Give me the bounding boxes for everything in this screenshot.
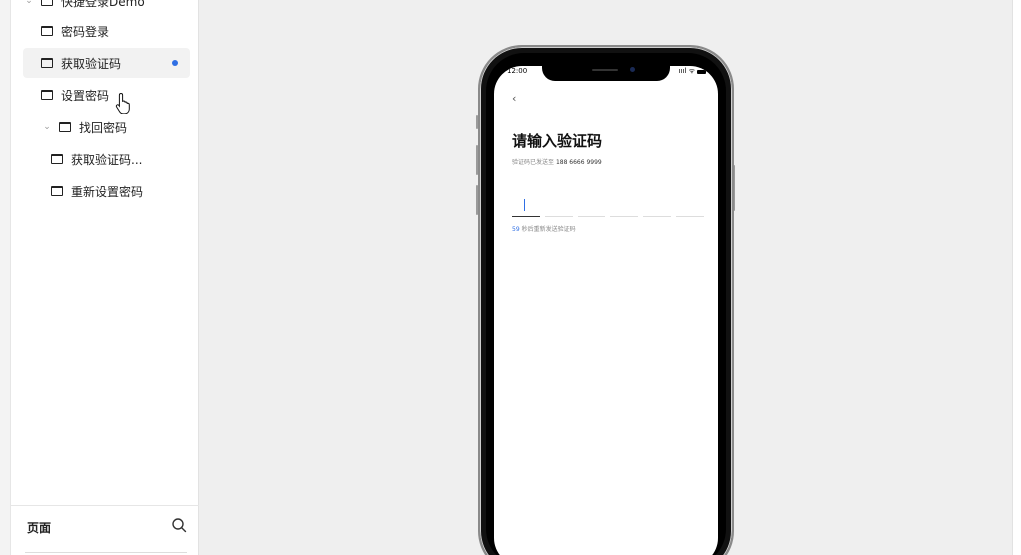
code-digit-box[interactable]: [544, 197, 573, 217]
tree-item-label: 获取验证码: [61, 56, 122, 71]
phone-number: 188 6666 9999: [555, 159, 602, 166]
page-icon: [41, 58, 53, 68]
tree-item-label: 找回密码: [79, 120, 128, 135]
tree-item-label: 重新设置密码: [71, 184, 144, 199]
page-icon: [51, 186, 63, 196]
battery-icon: [697, 69, 706, 74]
tree-item-reset-password[interactable]: 重新设置密码: [23, 176, 190, 206]
page-title: 请输入验证码: [512, 132, 603, 150]
resend-text: 秒后重新发送验证码: [521, 226, 576, 233]
tree-item-password-login[interactable]: 密码登录: [23, 16, 190, 46]
tree-item-label: 获取验证码...: [71, 152, 143, 167]
phone-screen: 12:00 ıııl ᯤ ‹ 请输入验证码 验证码已发送至 188 6666 9…: [494, 66, 718, 555]
tree-item-label: 快捷登录Demo: [61, 0, 145, 9]
page-icon: [51, 154, 63, 164]
code-digit-box[interactable]: [610, 197, 639, 217]
page-icon: [41, 90, 53, 100]
pages-panel-title: 页面: [27, 521, 52, 535]
signal-wifi-icon: ıııl ᯤ: [678, 67, 695, 75]
status-bar-time: 12:00: [507, 67, 528, 75]
current-page-indicator: [172, 60, 178, 66]
page-tree-sidebar: ⌄ 快捷登录Demo 密码登录 获取验证码 设置密码 ⌄ 找回密码 获取验证码.…: [11, 0, 199, 555]
code-digit-box[interactable]: [577, 197, 606, 217]
verification-code-input[interactable]: [512, 197, 704, 217]
countdown-seconds: 59: [512, 226, 520, 233]
tree-item-get-code-2[interactable]: 获取验证码...: [23, 144, 190, 174]
left-gutter: [0, 0, 11, 555]
tree-item-get-code[interactable]: 获取验证码: [23, 48, 190, 78]
chevron-down-icon[interactable]: ⌄: [23, 0, 35, 6]
page-icon: [59, 122, 71, 132]
page-icon: [41, 0, 53, 6]
search-icon[interactable]: [171, 517, 187, 533]
sidebar-footer: 页面: [11, 505, 199, 555]
tree-item-label: 设置密码: [61, 88, 110, 103]
phone-frame: 12:00 ıııl ᯤ ‹ 请输入验证码 验证码已发送至 188 6666 9…: [478, 45, 734, 555]
speaker-grille: [592, 69, 618, 71]
phone-notch: [542, 66, 670, 81]
front-camera: [630, 67, 635, 72]
right-panel-edge: [1012, 0, 1021, 555]
chevron-down-icon[interactable]: ⌄: [41, 122, 53, 132]
code-digit-box[interactable]: [512, 197, 540, 217]
tree-item-quick-login-demo[interactable]: ⌄ 快捷登录Demo: [23, 0, 190, 16]
code-sent-hint: 验证码已发送至 188 6666 9999: [512, 157, 602, 166]
page-icon: [41, 26, 53, 36]
resend-countdown: 59 秒后重新发送验证码: [512, 224, 576, 233]
hand-pointer-cursor-icon: [115, 92, 130, 114]
status-bar-icons: ıııl ᯤ: [679, 67, 706, 76]
code-digit-box[interactable]: [643, 197, 672, 217]
code-digit-box[interactable]: [676, 197, 704, 217]
text-caret: [524, 199, 525, 211]
tree-item-label: 密码登录: [61, 24, 110, 39]
tree-item-set-password[interactable]: 设置密码: [23, 80, 190, 110]
tree-item-recover-password[interactable]: ⌄ 找回密码: [23, 112, 190, 142]
code-sent-prefix: 验证码已发送至: [512, 159, 555, 166]
back-icon[interactable]: ‹: [512, 92, 516, 105]
